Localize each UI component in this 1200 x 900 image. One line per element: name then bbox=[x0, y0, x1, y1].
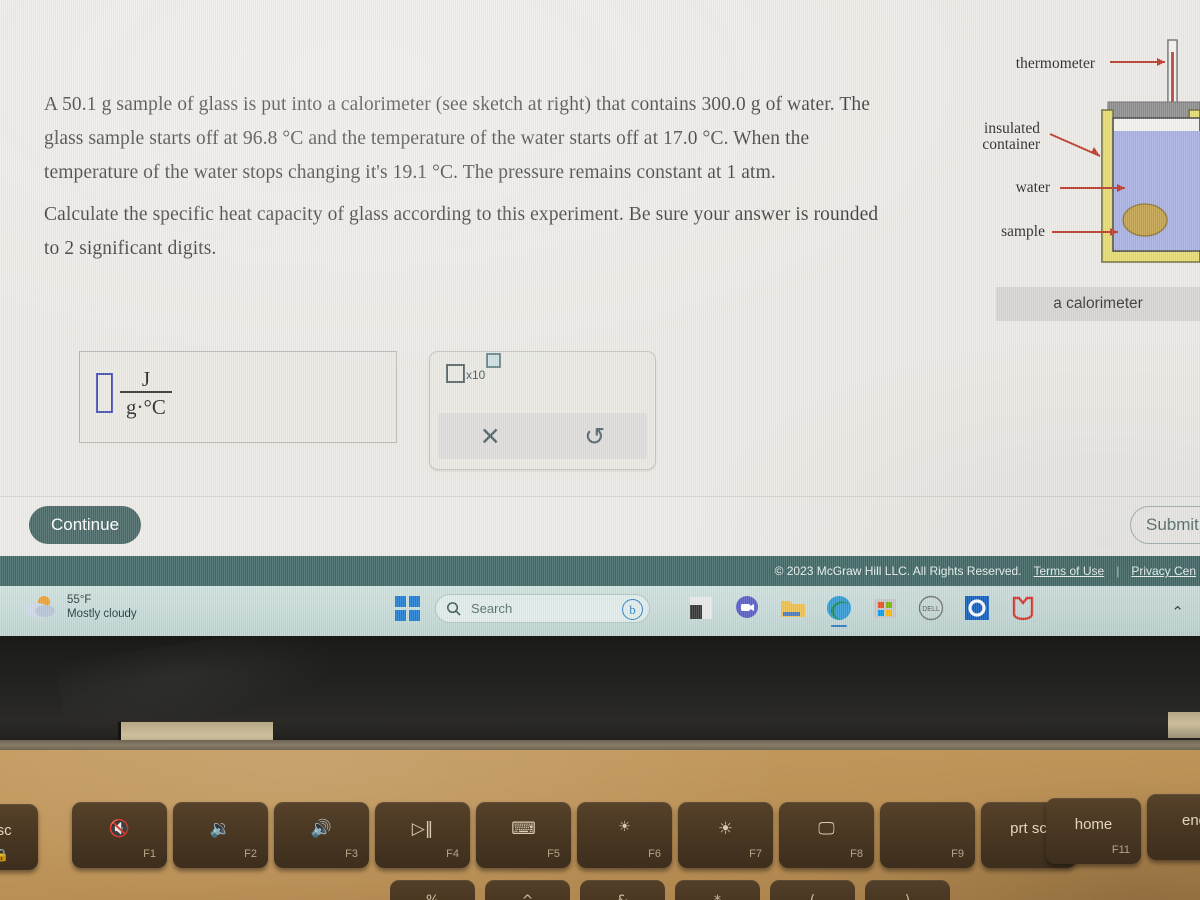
key-f8-label: F8 bbox=[850, 848, 863, 860]
key-f6[interactable]: ☀ F6 bbox=[577, 802, 672, 868]
weather-temperature: 55°F bbox=[67, 594, 92, 606]
key-f11-label: F11 bbox=[1111, 844, 1130, 856]
svg-text:DELL: DELL bbox=[922, 606, 940, 613]
answer-card[interactable]: J g·°C bbox=[79, 351, 397, 443]
brightness-up-icon: ☀ bbox=[717, 819, 734, 839]
search-icon bbox=[447, 602, 461, 616]
key-f7[interactable]: ☀ F7 bbox=[678, 802, 773, 868]
windows-taskbar: 55°F Mostly cloudy Search b DELL ⌃ bbox=[0, 586, 1200, 636]
copilot-icon[interactable]: b bbox=[622, 599, 643, 620]
page-footer: © 2023 McGraw Hill LLC. All Rights Reser… bbox=[0, 556, 1200, 586]
end-label: end bbox=[1181, 812, 1200, 829]
key-caret[interactable]: ^ bbox=[485, 880, 570, 900]
esc-lock-icon: 🔒 bbox=[0, 848, 9, 862]
teams-chat-icon[interactable] bbox=[734, 595, 760, 621]
volume-down-icon: 🔉 bbox=[209, 819, 232, 839]
key-ampersand[interactable]: & bbox=[580, 880, 665, 900]
volume-up-icon: 🔊 bbox=[310, 819, 333, 839]
show-hidden-icons-chevron[interactable]: ⌃ bbox=[1171, 603, 1184, 621]
key-percent[interactable]: % bbox=[390, 880, 475, 900]
key-f2-label: F2 bbox=[244, 848, 257, 860]
mute-icon: 🔇 bbox=[108, 819, 131, 839]
home-label: home bbox=[1074, 816, 1113, 833]
key-f6-label: F6 bbox=[648, 848, 661, 860]
key-f11[interactable]: home F11 bbox=[1046, 798, 1141, 864]
weather-widget[interactable]: 55°F Mostly cloudy bbox=[24, 593, 137, 621]
taskbar-app-icons: DELL bbox=[688, 595, 1036, 627]
brightness-down-icon: ☀ bbox=[618, 819, 631, 835]
answer-expression: J g·°C bbox=[96, 368, 172, 419]
task-view-icon[interactable] bbox=[688, 595, 714, 621]
delete-button[interactable]: ✕ bbox=[438, 413, 543, 459]
label-thermometer: thermometer bbox=[1015, 55, 1095, 72]
play-pause-icon: ▷‖ bbox=[411, 819, 434, 839]
key-f4-label: F4 bbox=[446, 848, 459, 860]
key-paren-close[interactable]: ) bbox=[865, 880, 950, 900]
key-f5-label: F5 bbox=[547, 848, 560, 860]
action-bar: Continue Submit bbox=[0, 496, 1200, 556]
key-f9-label: F9 bbox=[951, 848, 964, 860]
tool-button-row: ✕ ↺ bbox=[438, 413, 647, 459]
display-switch-icon: 🖵 bbox=[818, 819, 835, 839]
blue-app-icon[interactable] bbox=[964, 595, 990, 621]
copyright-text: © 2023 McGraw Hill LLC. All Rights Reser… bbox=[774, 564, 1022, 578]
laptop-photo: A 50.1 g sample of glass is put into a c… bbox=[0, 0, 1200, 900]
unit-numerator: J bbox=[141, 367, 151, 391]
mantissa-box-icon bbox=[446, 364, 465, 383]
key-f2[interactable]: 🔉 F2 bbox=[173, 802, 268, 868]
label-sample: sample bbox=[1001, 223, 1045, 240]
key-f4[interactable]: ▷‖ F4 bbox=[375, 802, 470, 868]
laptop-screen: A 50.1 g sample of glass is put into a c… bbox=[0, 0, 1200, 636]
key-paren-open[interactable]: ( bbox=[770, 880, 855, 900]
math-toolbar-panel[interactable]: x10 ✕ ↺ bbox=[429, 351, 656, 470]
key-f5[interactable]: ⌨ F5 bbox=[476, 802, 571, 868]
browser-page: A 50.1 g sample of glass is put into a c… bbox=[0, 0, 1200, 556]
key-f1-label: F1 bbox=[143, 848, 156, 860]
key-f7-label: F7 bbox=[749, 848, 762, 860]
privacy-center-link[interactable]: Privacy Cen bbox=[1131, 564, 1196, 578]
key-f3-label: F3 bbox=[345, 848, 358, 860]
label-insulated-container-line2: container bbox=[982, 136, 1040, 153]
key-f8[interactable]: 🖵 F8 bbox=[779, 802, 874, 868]
start-button-icon[interactable] bbox=[395, 596, 420, 621]
red-shield-icon[interactable] bbox=[1010, 595, 1036, 621]
key-f1[interactable]: 🔇 F1 bbox=[72, 802, 167, 868]
key-asterisk[interactable]: * bbox=[675, 880, 760, 900]
hinge-tab-right bbox=[1168, 712, 1200, 738]
continue-button[interactable]: Continue bbox=[29, 506, 142, 544]
exponent-box-icon bbox=[486, 353, 502, 368]
number-key-row: % ^ & * ( ) bbox=[0, 880, 1200, 900]
label-water: water bbox=[1015, 179, 1050, 196]
scientific-notation-button[interactable]: x10 bbox=[446, 353, 502, 383]
footer-separator: | bbox=[1116, 564, 1120, 578]
weather-description: Mostly cloudy bbox=[67, 608, 137, 620]
submit-button[interactable]: Submit bbox=[1130, 506, 1200, 544]
undo-button[interactable]: ↺ bbox=[543, 413, 648, 459]
key-esc-label: esc bbox=[0, 822, 12, 839]
taskbar-center: Search b bbox=[395, 594, 650, 623]
dell-icon[interactable]: DELL bbox=[918, 595, 944, 621]
answer-input[interactable] bbox=[96, 373, 113, 414]
question-line-1: A 50.1 g sample of glass is put into a c… bbox=[44, 94, 870, 115]
sun-behind-cloud-icon bbox=[25, 596, 55, 617]
edge-browser-icon[interactable] bbox=[826, 595, 852, 627]
key-f3[interactable]: 🔊 F3 bbox=[274, 802, 369, 868]
calorimeter-figure: thermometer insulated container water sa… bbox=[982, 22, 1200, 272]
unit-denominator: g·°C bbox=[126, 394, 166, 419]
key-esc[interactable]: esc 🔒 bbox=[0, 804, 38, 870]
function-key-row: esc 🔒 🔇 F1 🔉 F2 🔊 F3 ▷‖ F4 ⌨ F5 ☀ F6 ☀ bbox=[0, 794, 1200, 872]
file-explorer-icon[interactable] bbox=[780, 595, 806, 621]
terms-of-use-link[interactable]: Terms of Use bbox=[1034, 564, 1105, 578]
key-f9[interactable]: F9 bbox=[880, 802, 975, 868]
unit-fraction: J g·°C bbox=[120, 368, 172, 419]
figure-caption: a calorimeter bbox=[996, 287, 1200, 321]
weather-text: 55°F Mostly cloudy bbox=[67, 593, 137, 621]
label-insulated-container-line1: insulated bbox=[984, 120, 1040, 137]
microsoft-store-icon[interactable] bbox=[872, 595, 898, 621]
keyboard-backlight-icon: ⌨ bbox=[511, 819, 536, 839]
taskbar-search[interactable]: Search b bbox=[435, 594, 650, 623]
key-f12[interactable]: end bbox=[1147, 794, 1200, 860]
x10-label: x10 bbox=[466, 368, 486, 382]
search-placeholder: Search bbox=[471, 601, 513, 616]
